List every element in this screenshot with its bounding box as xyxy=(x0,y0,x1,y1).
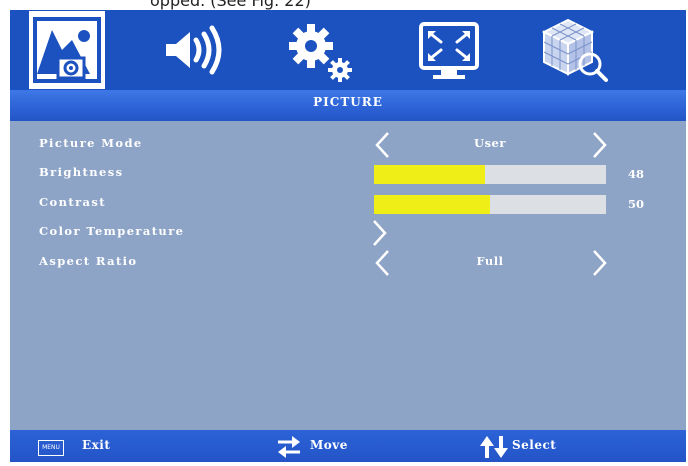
menu-item-label: Picture Mode xyxy=(39,136,143,150)
menu-content: Picture Mode User Brightness 48 Contrast… xyxy=(10,121,686,430)
screen-icon xyxy=(419,22,479,79)
brightness-slider-fill xyxy=(374,165,486,184)
menu-item-label: Color Temperature xyxy=(39,224,185,238)
footer-bar: MENU Exit Move Select xyxy=(10,430,686,462)
chevron-right-icon[interactable] xyxy=(592,249,608,277)
settings-icon xyxy=(289,24,352,82)
contrast-value: 50 xyxy=(628,197,645,211)
menu-item-label: Aspect Ratio xyxy=(39,254,138,268)
move-arrows-icon xyxy=(278,436,300,458)
osd-menu: PICTURE Picture Mode User Brightness 48 … xyxy=(10,10,686,462)
chevron-right-icon[interactable] xyxy=(592,131,608,159)
tab-bar xyxy=(10,10,686,90)
contrast-slider-fill xyxy=(374,195,490,214)
menu-title: PICTURE xyxy=(313,95,383,109)
sound-icon xyxy=(166,25,222,75)
tab-advanced[interactable] xyxy=(540,14,610,86)
menu-item-label: Contrast xyxy=(39,195,106,209)
move-hint: Move xyxy=(310,438,348,452)
exit-hint: Exit xyxy=(82,438,111,452)
menu-title-bar: PICTURE xyxy=(10,90,686,121)
picture-icon xyxy=(33,17,101,83)
brightness-slider[interactable] xyxy=(374,165,606,184)
tab-picture[interactable] xyxy=(29,11,105,89)
tab-settings[interactable] xyxy=(285,14,355,86)
contrast-slider[interactable] xyxy=(374,195,606,214)
chevron-right-icon[interactable] xyxy=(372,219,388,247)
chevron-left-icon[interactable] xyxy=(374,249,390,277)
brightness-value: 48 xyxy=(628,167,645,181)
aspect-ratio-value: Full xyxy=(476,254,504,268)
chevron-left-icon[interactable] xyxy=(374,131,390,159)
tab-screen[interactable] xyxy=(415,14,485,86)
menu-item-label: Brightness xyxy=(39,165,124,179)
menu-key-icon: MENU xyxy=(38,440,64,456)
picture-mode-value: User xyxy=(474,136,506,150)
select-hint: Select xyxy=(512,438,557,452)
cube-icon xyxy=(541,18,608,82)
up-down-arrows-icon xyxy=(480,436,508,458)
tab-sound[interactable] xyxy=(160,14,230,86)
